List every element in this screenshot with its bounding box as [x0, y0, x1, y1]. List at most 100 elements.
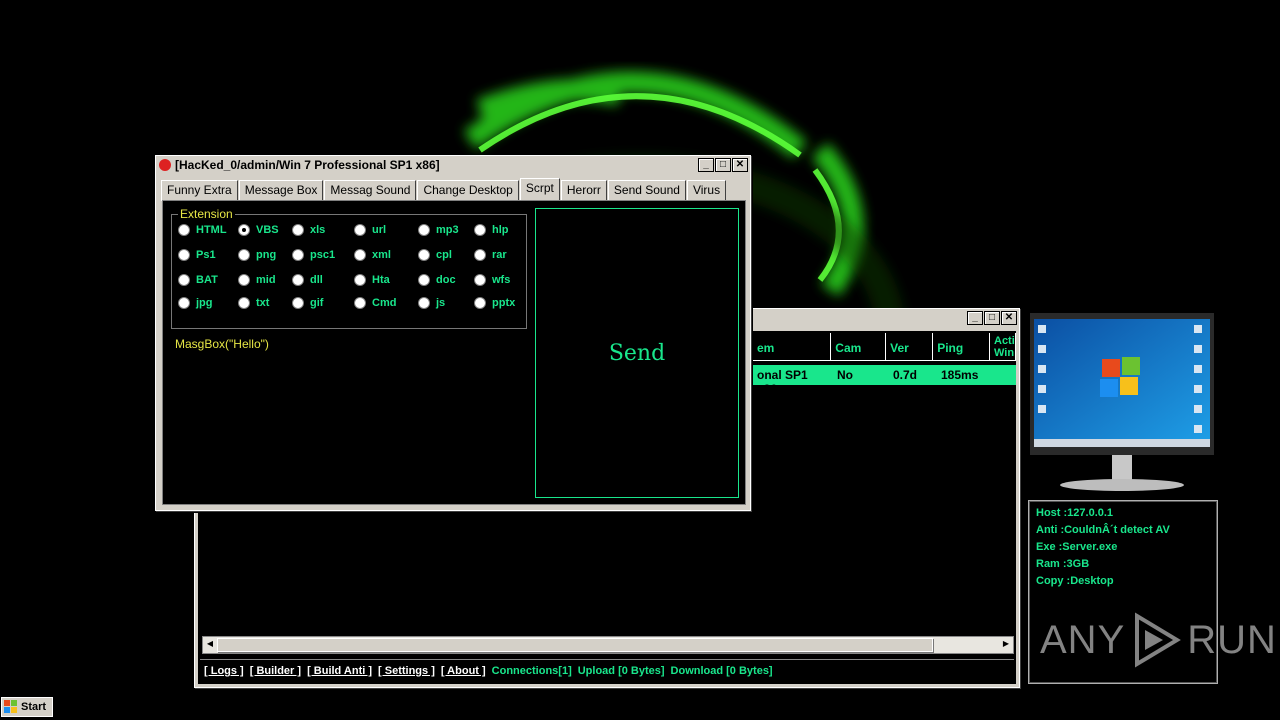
- extension-label: xml: [372, 249, 391, 261]
- connections-count: Connections[1]: [491, 665, 572, 677]
- tab-send-sound[interactable]: Send Sound: [607, 180, 686, 201]
- settings-link[interactable]: [ Settings ]: [378, 665, 435, 677]
- extension-option-html[interactable]: HTML: [178, 224, 227, 236]
- extension-option-wfs[interactable]: wfs: [474, 274, 510, 286]
- minimize-button[interactable]: _: [967, 311, 983, 325]
- extension-option-mp3[interactable]: mp3: [418, 224, 459, 236]
- tab-message-box[interactable]: Message Box: [238, 180, 324, 201]
- watermark-right: RUN: [1187, 617, 1277, 662]
- info-host: Host :127.0.0.1: [1036, 507, 1114, 519]
- scroll-right-icon[interactable]: ▶: [999, 637, 1013, 651]
- extension-option-bat[interactable]: BAT: [178, 274, 218, 286]
- radio-icon[interactable]: [178, 249, 190, 261]
- radio-icon[interactable]: [354, 274, 366, 286]
- radio-icon[interactable]: [238, 249, 250, 261]
- maximize-button[interactable]: □: [715, 158, 731, 172]
- radio-icon[interactable]: [354, 297, 366, 309]
- radio-icon[interactable]: [178, 274, 190, 286]
- tab-herorr[interactable]: Herorr: [560, 180, 607, 201]
- script-text[interactable]: MasgBox("Hello"): [175, 337, 269, 351]
- send-button[interactable]: Send: [535, 208, 739, 498]
- tab-funny-extra[interactable]: Funny Extra: [161, 180, 238, 201]
- extension-option-doc[interactable]: doc: [418, 274, 456, 286]
- radio-icon[interactable]: [474, 297, 486, 309]
- extension-label: doc: [436, 274, 456, 286]
- radio-icon[interactable]: [474, 249, 486, 261]
- tab-strip: Funny Extra Message Box Messag Sound Cha…: [161, 178, 727, 201]
- column-header[interactable]: Cam: [831, 333, 887, 361]
- extension-option-mid[interactable]: mid: [238, 274, 276, 286]
- radio-icon[interactable]: [178, 224, 190, 236]
- extension-label: png: [256, 249, 277, 261]
- tab-change-desktop[interactable]: Change Desktop: [417, 180, 519, 201]
- column-header[interactable]: Ver: [886, 333, 934, 361]
- tab-virus[interactable]: Virus: [686, 180, 727, 201]
- radio-icon[interactable]: [354, 249, 366, 261]
- tab-messag-sound[interactable]: Messag Sound: [324, 180, 417, 201]
- radio-icon[interactable]: [238, 274, 250, 286]
- scroll-thumb[interactable]: [217, 638, 933, 652]
- extension-label: Cmd: [372, 297, 397, 309]
- info-exe: Exe :Server.exe: [1036, 541, 1118, 553]
- extension-option-vbs[interactable]: VBS: [238, 224, 279, 236]
- extension-option-pptx[interactable]: pptx: [474, 297, 515, 309]
- monitor-icon: [1030, 313, 1214, 491]
- radio-icon[interactable]: [474, 224, 486, 236]
- extension-option-xls[interactable]: xls: [292, 224, 325, 236]
- play-logo-icon: [1135, 612, 1182, 668]
- extension-option-dll[interactable]: dll: [292, 274, 323, 286]
- radio-icon[interactable]: [292, 224, 304, 236]
- script-dialog: [HacKed_0/admin/Win 7 Professional SP1 x…: [155, 155, 751, 511]
- extension-option-jpg[interactable]: jpg: [178, 297, 213, 309]
- extension-option-rar[interactable]: rar: [474, 249, 507, 261]
- cell-ping: 185ms: [941, 368, 979, 382]
- about-link[interactable]: [ About ]: [441, 665, 486, 677]
- extension-option-xml[interactable]: xml: [354, 249, 391, 261]
- extension-label: xls: [310, 224, 326, 236]
- extension-option-hta[interactable]: Hta: [354, 274, 390, 286]
- radio-icon[interactable]: [178, 297, 190, 309]
- extension-option-cmd[interactable]: Cmd: [354, 297, 396, 309]
- radio-icon[interactable]: [238, 224, 250, 236]
- extension-label: Hta: [372, 274, 390, 286]
- extension-option-txt[interactable]: txt: [238, 297, 269, 309]
- upload-stat: Upload [0 Bytes]: [577, 665, 665, 677]
- build-anti-link[interactable]: [ Build Anti ]: [307, 665, 372, 677]
- column-header[interactable]: Ping: [933, 333, 990, 361]
- horizontal-scrollbar[interactable]: ◀ ▶: [202, 636, 1014, 654]
- extension-option-url[interactable]: url: [354, 224, 386, 236]
- close-button[interactable]: ✕: [732, 158, 748, 172]
- extension-label: cpl: [436, 249, 452, 261]
- radio-icon[interactable]: [354, 224, 366, 236]
- extension-option-gif[interactable]: gif: [292, 297, 323, 309]
- table-row[interactable]: onal SP1 x86 No 0.7d 185ms: [753, 365, 1016, 396]
- extension-option-hlp[interactable]: hlp: [474, 224, 509, 236]
- builder-link[interactable]: [ Builder ]: [250, 665, 301, 677]
- scroll-left-icon[interactable]: ◀: [203, 637, 217, 651]
- info-ram: Ram :3GB: [1036, 558, 1090, 570]
- radio-icon[interactable]: [418, 224, 430, 236]
- maximize-button[interactable]: □: [984, 311, 1000, 325]
- tab-scrpt[interactable]: Scrpt: [519, 178, 560, 201]
- radio-icon[interactable]: [474, 274, 486, 286]
- close-button[interactable]: ✕: [1001, 311, 1017, 325]
- extension-option-cpl[interactable]: cpl: [418, 249, 452, 261]
- radio-icon[interactable]: [292, 274, 304, 286]
- extension-option-psc1[interactable]: psc1: [292, 249, 335, 261]
- radio-icon[interactable]: [292, 249, 304, 261]
- radio-icon[interactable]: [418, 274, 430, 286]
- extension-option-js[interactable]: js: [418, 297, 445, 309]
- extension-label: wfs: [492, 274, 511, 286]
- extension-option-png[interactable]: png: [238, 249, 276, 261]
- minimize-button[interactable]: _: [698, 158, 714, 172]
- radio-icon[interactable]: [238, 297, 250, 309]
- radio-icon[interactable]: [418, 297, 430, 309]
- extension-option-ps1[interactable]: Ps1: [178, 249, 216, 261]
- extension-label: js: [436, 297, 446, 309]
- column-header[interactable]: Acti Win: [990, 333, 1016, 361]
- radio-icon[interactable]: [292, 297, 304, 309]
- column-header[interactable]: em: [753, 333, 832, 361]
- start-button[interactable]: Start: [1, 697, 53, 717]
- logs-link[interactable]: [ Logs ]: [204, 665, 244, 677]
- radio-icon[interactable]: [418, 249, 430, 261]
